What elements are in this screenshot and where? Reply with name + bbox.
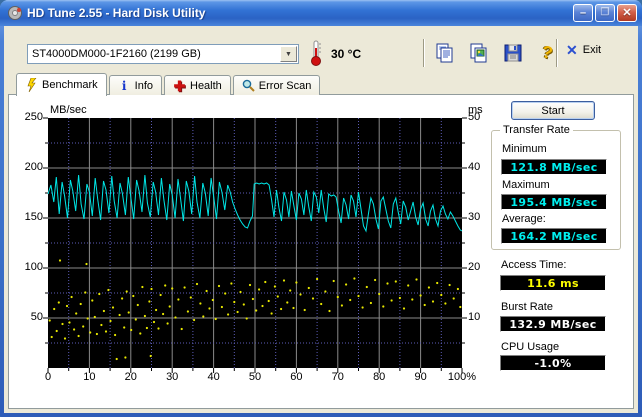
tab-error-scan[interactable]: Error Scan	[232, 75, 321, 95]
axis-tick-label: 80	[373, 371, 386, 383]
axis-tick-label: 100%	[447, 371, 477, 383]
cpu-usage-value: -1.0%	[500, 355, 606, 371]
access-time-value: 11.6 ms	[500, 275, 606, 291]
tab-benchmark-label: Benchmark	[42, 78, 98, 91]
copy-text-icon	[436, 43, 453, 63]
axis-tick-label: 50	[248, 371, 262, 383]
minimize-icon: –	[579, 6, 587, 19]
thermometer-icon	[311, 40, 321, 66]
tab-health[interactable]: ✚ Health	[164, 75, 231, 95]
drive-select[interactable]: ST4000DM000-1F2160 (2199 GB) ▼	[27, 44, 299, 64]
tab-info[interactable]: i Info	[108, 75, 162, 95]
lightning-icon	[25, 77, 38, 92]
save-icon	[504, 44, 522, 62]
tab-info-label: Info	[134, 79, 153, 92]
axis-tick-label: 60	[290, 371, 303, 383]
axis-tick-label: 10	[83, 371, 96, 383]
start-button[interactable]: Start	[511, 101, 595, 120]
axis-tick-label: 150	[24, 211, 43, 223]
magnifier-icon	[242, 79, 255, 92]
tab-error-scan-label: Error Scan	[258, 79, 312, 92]
axis-tick-label: 90	[414, 371, 427, 383]
transfer-rate-title: Transfer Rate	[500, 124, 573, 136]
benchmark-page: MB/sec ms 250 200 150 100 50 50 40 30 20 10 0 10 20 3…	[8, 94, 634, 409]
benchmark-plot	[43, 117, 467, 373]
close-icon: ✕	[622, 6, 632, 19]
chevron-down-icon[interactable]: ▼	[280, 46, 297, 62]
titlebar[interactable]: HD Tune 2.55 - Hard Disk Utility – ❐ ✕	[0, 0, 642, 26]
axis-tick-label: 10	[468, 311, 481, 323]
left-axis-unit: MB/sec	[50, 104, 87, 116]
axis-tick-label: 100	[24, 261, 43, 273]
temperature-value: 30 °C	[331, 47, 362, 61]
average-value: 164.2 MB/sec	[501, 228, 607, 244]
toolbar-separator	[423, 39, 425, 67]
axis-tick-label: 20	[124, 371, 137, 383]
minimum-label: Minimum	[502, 143, 547, 155]
drive-select-value: ST4000DM000-1F2160 (2199 GB)	[32, 48, 201, 60]
axis-tick-label: 70	[331, 371, 344, 383]
health-cross-icon: ✚	[173, 77, 186, 94]
client-area: ST4000DM000-1F2160 (2199 GB) ▼ 30 °C ? ✕…	[4, 26, 638, 413]
maximum-label: Maximum	[502, 179, 550, 191]
help-icon: ?	[540, 42, 555, 63]
close-button[interactable]: ✕	[617, 4, 637, 22]
exit-x-icon: ✕	[566, 42, 578, 58]
average-label: Average:	[502, 213, 546, 225]
maximize-button[interactable]: ❐	[595, 4, 615, 22]
maximum-value: 195.4 MB/sec	[501, 194, 607, 210]
minimize-button[interactable]: –	[573, 4, 593, 22]
start-button-label: Start	[541, 104, 565, 117]
tab-benchmark[interactable]: Benchmark	[16, 73, 107, 96]
burst-rate-label: Burst Rate	[501, 301, 553, 313]
axis-tick-label: 250	[24, 111, 43, 123]
copy-screenshot-icon	[470, 43, 487, 63]
cpu-usage-label: CPU Usage	[501, 341, 560, 353]
transfer-rate-groupbox: Transfer Rate Minimum 121.8 MB/sec Maxim…	[491, 124, 621, 250]
axis-tick-label: 50	[468, 111, 481, 123]
burst-rate-value: 132.9 MB/sec	[500, 316, 606, 332]
window-title: HD Tune 2.55 - Hard Disk Utility	[27, 6, 206, 20]
info-icon: i	[121, 78, 127, 93]
tab-health-label: Health	[190, 79, 222, 92]
toolbar-separator	[556, 39, 558, 67]
hdtune-window: HD Tune 2.55 - Hard Disk Utility – ❐ ✕ S…	[0, 0, 642, 417]
exit-button[interactable]: ✕ Exit	[566, 43, 601, 57]
exit-label: Exit	[582, 44, 602, 56]
tab-strip: Benchmark i Info ✚ Health Error Scan	[16, 72, 322, 96]
axis-tick-label: 50	[30, 311, 43, 323]
app-icon	[8, 6, 22, 20]
axis-tick-label: 200	[24, 161, 43, 173]
copy-screenshot-button[interactable]	[466, 40, 492, 66]
save-screenshot-button[interactable]	[500, 40, 526, 66]
axis-tick-label: 40	[207, 371, 220, 383]
access-time-label: Access Time:	[501, 259, 567, 271]
minimum-value: 121.8 MB/sec	[501, 159, 607, 175]
axis-tick-label: 30	[166, 371, 179, 383]
axis-tick-label: 20	[468, 261, 481, 273]
copy-text-button[interactable]	[432, 40, 458, 66]
maximize-icon: ❐	[600, 7, 610, 18]
axis-tick-label: 0	[44, 371, 52, 383]
